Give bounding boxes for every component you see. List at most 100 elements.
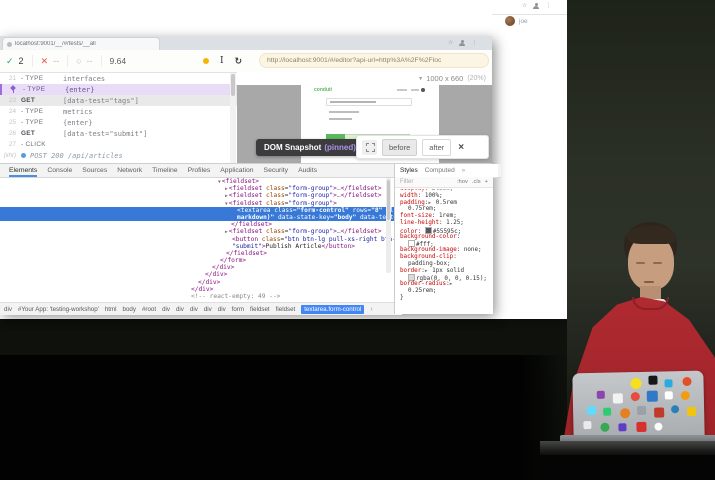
- star-icon[interactable]: ☆: [522, 2, 527, 9]
- css-declaration[interactable]: line-height: 1.25;: [400, 220, 490, 227]
- tab-computed[interactable]: Computed: [425, 167, 455, 174]
- dom-tree-node[interactable]: ▶<fieldset class="form-group">…</fieldse…: [0, 228, 394, 235]
- test-command-row[interactable]: (xhr)POST 200 /api/articles: [0, 150, 237, 161]
- dom-tree-node[interactable]: "submit">Publish Article</button>: [0, 243, 394, 250]
- dom-tree-node[interactable]: ▼<fieldset class="form-group">: [0, 200, 394, 207]
- dom-tree-node[interactable]: <!-- react-empty: 49 -->: [0, 293, 394, 300]
- before-button[interactable]: before: [382, 139, 417, 156]
- devtools-tab-application[interactable]: Application: [220, 164, 253, 177]
- dom-tree-node[interactable]: ▶<fieldset class="form-group">…</fieldse…: [0, 185, 394, 192]
- css-declaration[interactable]: background-image: none;: [400, 247, 490, 254]
- after-button[interactable]: after: [422, 139, 451, 156]
- css-declaration[interactable]: }: [400, 295, 490, 302]
- breadcrumb-item[interactable]: #Your App: 'testing-workshop': [18, 306, 99, 313]
- css-declaration[interactable]: background-color:: [400, 234, 490, 241]
- breadcrumb-item[interactable]: html: [105, 306, 117, 313]
- avatar[interactable]: [505, 16, 515, 26]
- dom-tree-node[interactable]: ▶<fieldset class="form-group">…</fieldse…: [0, 192, 394, 199]
- more-tabs-icon[interactable]: »: [462, 168, 465, 174]
- class-toggle[interactable]: .cls: [472, 179, 481, 185]
- devtools-tab-sources[interactable]: Sources: [82, 164, 107, 177]
- breadcrumb-item[interactable]: div: [162, 306, 170, 313]
- breadcrumb-item[interactable]: fieldset: [250, 306, 270, 313]
- breadcrumb-item[interactable]: #root: [142, 306, 156, 313]
- styles-pane: Styles Computed » Filter :hov .cls + dis…: [394, 164, 493, 314]
- dom-tree-node[interactable]: </div>: [0, 286, 394, 293]
- test-command-row[interactable]: - TYPE{enter}: [0, 84, 237, 95]
- dom-tree-node[interactable]: </fieldset>: [0, 221, 394, 228]
- command-name: - TYPE: [23, 86, 65, 93]
- unpin-icon[interactable]: [362, 140, 377, 155]
- pseudo-toggle[interactable]: :hov: [457, 179, 468, 185]
- scrollbar-thumb[interactable]: [387, 180, 390, 220]
- app-url-bar[interactable]: http://localhost:9001/#/editor?api-url=h…: [259, 53, 489, 68]
- selector-playground-icon[interactable]: I: [220, 56, 224, 66]
- test-command-row[interactable]: 26GET[data-test="submit"]: [0, 128, 237, 139]
- tab-styles[interactable]: Styles: [400, 167, 418, 174]
- devtools-tab-security[interactable]: Security: [264, 164, 289, 177]
- devtools-tab-timeline[interactable]: Timeline: [152, 164, 177, 177]
- css-declaration[interactable]: 0.25rem;: [400, 288, 490, 295]
- test-command-row[interactable]: 25- TYPE{enter}: [0, 117, 237, 128]
- profile-icon[interactable]: [459, 40, 465, 46]
- star-icon[interactable]: ☆: [448, 39, 453, 46]
- test-command-row[interactable]: 24- TYPEmetrics: [0, 106, 237, 117]
- scrollbar-thumb[interactable]: [231, 74, 235, 96]
- laptop-sticker: [647, 391, 658, 402]
- test-command-row[interactable]: 23GET[data-test="tags"]: [0, 95, 237, 106]
- dom-tree-node[interactable]: <button class="btn btn-lg pull-xs-right …: [0, 236, 394, 243]
- dom-tree-node[interactable]: ▼<fieldset>: [0, 178, 394, 185]
- breadcrumb-item[interactable]: div: [190, 306, 198, 313]
- dom-tree-node[interactable]: <textarea class="form-control" rows="8" …: [0, 207, 394, 214]
- breadcrumb-item[interactable]: div: [176, 306, 184, 313]
- css-declaration[interactable]: color: #55595c;: [400, 227, 490, 234]
- dom-tree-node[interactable]: </fieldset>: [0, 250, 394, 257]
- filter-input[interactable]: Filter: [400, 179, 413, 185]
- css-declaration[interactable]: width: 100%;: [400, 193, 490, 200]
- browser-tab[interactable]: localhost:9001/__/#/tests/__all: [2, 37, 160, 50]
- xhr-dot-icon: [21, 153, 26, 158]
- reload-icon[interactable]: ↻: [235, 56, 243, 67]
- breadcrumb-item[interactable]: div: [4, 306, 12, 313]
- breadcrumb-item[interactable]: body: [123, 306, 136, 313]
- new-rule-button[interactable]: +: [485, 179, 488, 185]
- breadcrumb-item[interactable]: form: [232, 306, 244, 313]
- test-command-row[interactable]: 21- TYPEinterfaces: [0, 73, 237, 84]
- css-declaration[interactable]: 0.75rem;: [400, 206, 490, 213]
- chevron-down-icon: ▾: [419, 75, 422, 82]
- css-declaration[interactable]: display: block;: [400, 189, 490, 193]
- dom-tree-node[interactable]: markdown)" data-state-key="body" data-te…: [0, 214, 394, 221]
- css-declaration[interactable]: rgba(0, 0, 0, 0.15);: [400, 274, 490, 281]
- css-declaration[interactable]: font-size: 1rem;: [400, 213, 490, 220]
- dom-tree-node[interactable]: </form>: [0, 257, 394, 264]
- close-icon[interactable]: ×: [458, 142, 464, 153]
- menu-icon[interactable]: ⋮: [471, 39, 477, 46]
- dom-tree-node[interactable]: </div>: [0, 264, 394, 271]
- laptop-sticker: [637, 406, 646, 415]
- breadcrumb-item[interactable]: fieldset: [276, 306, 296, 313]
- devtools-tab-audits[interactable]: Audits: [298, 164, 317, 177]
- css-declaration[interactable]: padding-box;: [400, 261, 490, 268]
- breadcrumb-item[interactable]: textarea.form-control: [301, 305, 364, 314]
- devtools-tab-profiles[interactable]: Profiles: [188, 164, 211, 177]
- breadcrumb-scroll-icon[interactable]: ›: [370, 306, 372, 313]
- test-stats: ✓ 2 ✕ -- ○ -- 9.64: [6, 50, 126, 72]
- css-declaration[interactable]: padding:▶ 0.5rem: [400, 200, 490, 207]
- breadcrumb-item[interactable]: div: [218, 306, 226, 313]
- css-declaration[interactable]: border:▶ 1px solid: [400, 268, 490, 275]
- devtools-tab-console[interactable]: Console: [47, 164, 72, 177]
- dom-tree-node[interactable]: </div>: [0, 271, 394, 278]
- devtools-tab-elements[interactable]: Elements: [9, 164, 37, 177]
- profile-icon[interactable]: [533, 3, 539, 9]
- laptop-sticker: [631, 392, 640, 401]
- app-avatar: [421, 88, 425, 92]
- css-declaration[interactable]: #fff;: [400, 240, 490, 247]
- command-name: - TYPE: [21, 108, 63, 115]
- css-declaration[interactable]: background-clip:: [400, 254, 490, 261]
- test-command-row[interactable]: 27- CLICK: [0, 139, 237, 150]
- breadcrumb-item[interactable]: div: [204, 306, 212, 313]
- viewport-label[interactable]: ▾ 1000 x 660 (20%): [419, 74, 486, 83]
- devtools-tab-network[interactable]: Network: [117, 164, 142, 177]
- cypress-runner-window: localhost:9001/__/#/tests/__all ☆ ⋮ ✓ 2 …: [0, 36, 492, 313]
- dom-tree-node[interactable]: </div>: [0, 279, 394, 286]
